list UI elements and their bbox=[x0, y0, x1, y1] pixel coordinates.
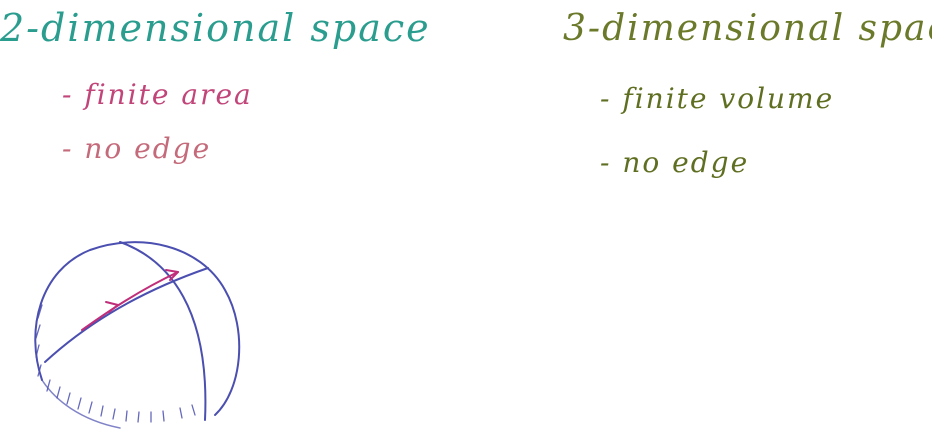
shading-hatches bbox=[35, 304, 196, 423]
sphere-rim bbox=[41, 379, 121, 429]
sphere-great-circle bbox=[44, 267, 209, 363]
heading-2d-space: 2-dimensional space bbox=[0, 6, 431, 50]
item-finite-area: - finite area bbox=[62, 78, 253, 111]
heading-3d-space: 3-dimensional spac bbox=[563, 8, 932, 49]
item-finite-volume: - finite volume bbox=[600, 82, 835, 115]
hemisphere-sketch bbox=[34, 241, 241, 429]
sphere-meridian bbox=[119, 241, 207, 421]
item-no-edge-2d: - no edge bbox=[62, 132, 212, 165]
item-no-edge-3d: - no edge bbox=[600, 146, 750, 179]
